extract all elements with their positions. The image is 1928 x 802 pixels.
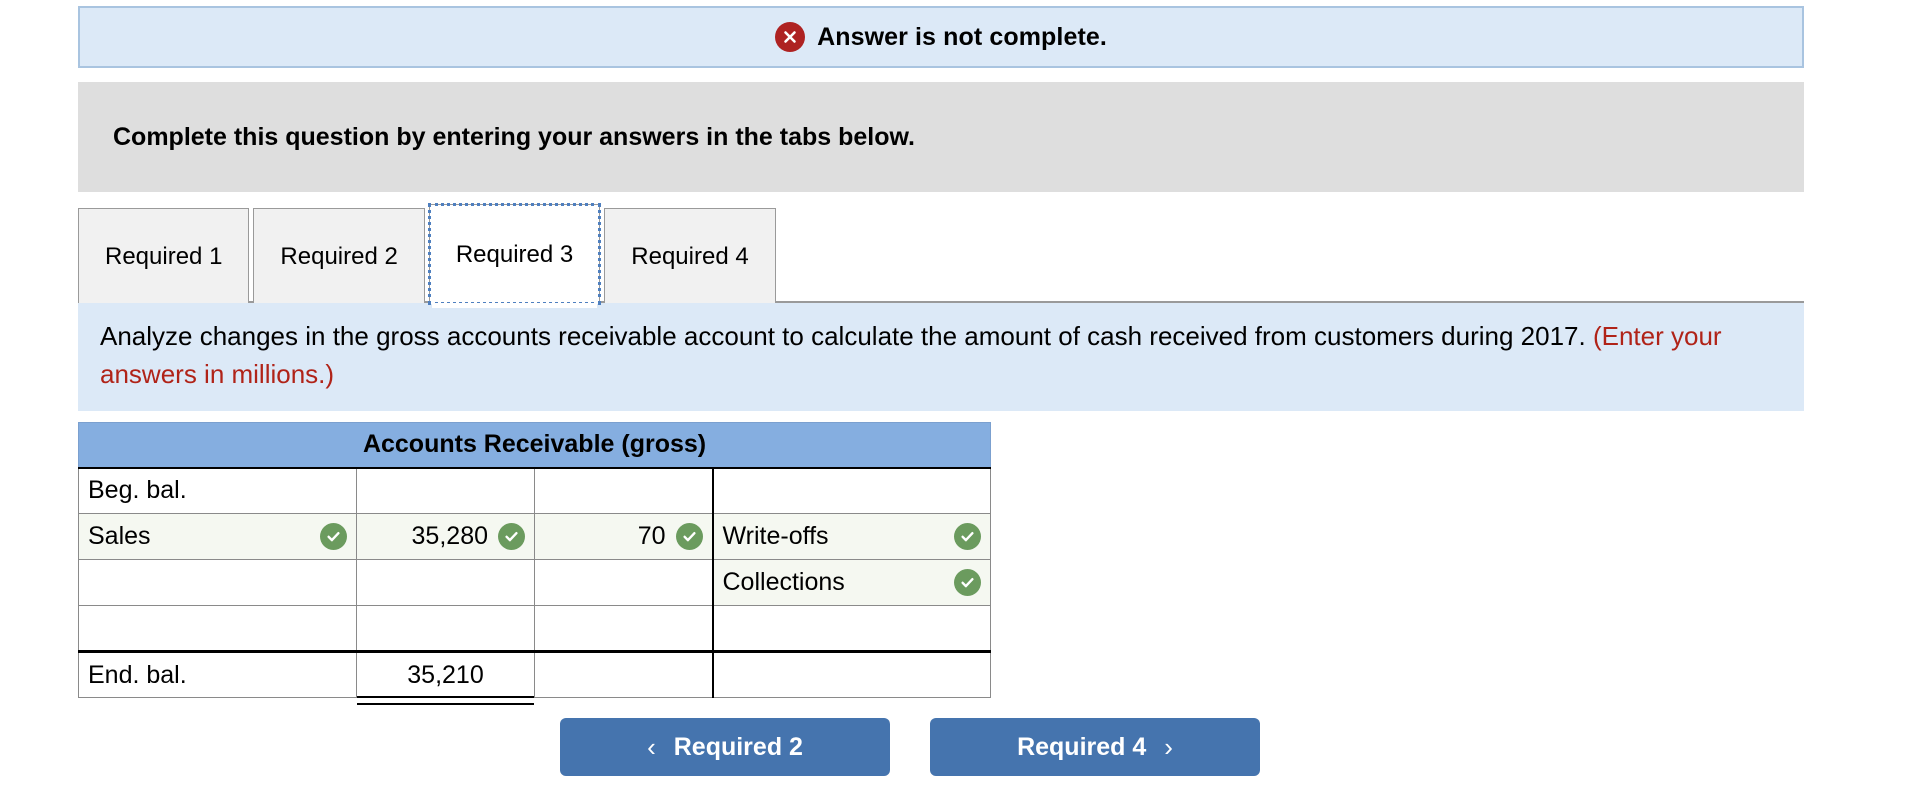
- row-2-credit-cell[interactable]: [534, 559, 714, 606]
- question-prompt: Analyze changes in the gross accounts re…: [78, 303, 1804, 411]
- correct-check-icon: [675, 523, 703, 550]
- row-1-debit-cell[interactable]: 35,280: [356, 513, 535, 560]
- ending-balance-label-cell: End. bal.: [78, 651, 357, 698]
- tab-required-1-label: Required 1: [105, 242, 223, 270]
- row-1-right-label: Write-offs: [722, 522, 829, 550]
- ending-balance-value: 35,210: [407, 660, 484, 689]
- chevron-left-icon: ‹: [647, 731, 656, 762]
- tab-required-4[interactable]: Required 4: [604, 208, 776, 304]
- table-row: Beg. bal.: [78, 467, 992, 514]
- question-prompt-text: Analyze changes in the gross accounts re…: [100, 317, 1774, 393]
- row-1-credit-value: 70: [637, 522, 666, 550]
- row-3-credit-cell[interactable]: [534, 605, 714, 653]
- error-x-icon: [775, 22, 806, 52]
- correct-check-icon: [498, 523, 525, 550]
- row-1-debit-value: 35,280: [411, 522, 488, 550]
- row-3-debit-cell[interactable]: [356, 605, 535, 653]
- row-1-left-label-cell[interactable]: Sales: [78, 513, 357, 560]
- ending-balance-label: End. bal.: [88, 660, 187, 689]
- instruction-bar-text: Complete this question by entering your …: [113, 122, 915, 151]
- row-1-credit-cell[interactable]: 70: [534, 513, 714, 560]
- tab-active-underlay: [431, 303, 598, 308]
- row-0-left-label-cell[interactable]: Beg. bal.: [78, 467, 357, 514]
- tab-required-1[interactable]: Required 1: [78, 208, 250, 304]
- correct-check-icon: [954, 569, 982, 596]
- row-0-credit-cell[interactable]: [534, 467, 714, 514]
- alert-message: Answer is not complete.: [817, 22, 1107, 51]
- row-2-debit-cell[interactable]: [356, 559, 535, 606]
- tab-required-2[interactable]: Required 2: [253, 208, 425, 304]
- question-page: Answer is not complete. Complete this qu…: [0, 0, 1928, 802]
- tab-required-3[interactable]: Required 3: [427, 203, 602, 308]
- prev-required-button[interactable]: ‹ Required 2: [560, 718, 890, 776]
- table-row-ending-balance: End. bal. 35,210: [78, 651, 992, 698]
- row-3-left-label-cell[interactable]: [78, 605, 357, 653]
- correct-check-icon: [954, 523, 982, 550]
- table-row: [78, 605, 992, 653]
- navigation-buttons: ‹ Required 2 Required 4 ›: [560, 718, 1260, 776]
- taccount-title: Accounts Receivable (gross): [77, 422, 992, 469]
- row-0-debit-cell[interactable]: [356, 467, 535, 514]
- row-0-right-label-cell[interactable]: [711, 467, 992, 514]
- ending-balance-value-cell: 35,210: [356, 651, 535, 698]
- instruction-bar: Complete this question by entering your …: [78, 82, 1804, 192]
- alert-content: Answer is not complete.: [775, 22, 1107, 52]
- prev-required-label: Required 2: [673, 732, 803, 761]
- row-1-left-label: Sales: [88, 522, 151, 550]
- tab-required-4-label: Required 4: [631, 242, 749, 270]
- question-main-text: Analyze changes in the gross accounts re…: [100, 321, 1586, 351]
- table-row: Sales 35,280 70 Write-offs: [78, 513, 992, 560]
- next-required-label: Required 4: [1017, 732, 1147, 761]
- correct-check-icon: [320, 523, 347, 550]
- answer-status-banner: Answer is not complete.: [78, 6, 1804, 68]
- tab-list: Required 1 Required 2 Required 3 Require…: [78, 203, 780, 308]
- ending-balance-credit-cell: [534, 651, 714, 698]
- row-2-right-label-cell[interactable]: Collections: [711, 559, 992, 606]
- accounts-receivable-taccount: Accounts Receivable (gross) Beg. bal. Sa…: [77, 422, 992, 698]
- row-1-right-label-cell[interactable]: Write-offs: [711, 513, 992, 560]
- row-2-right-label: Collections: [722, 568, 845, 596]
- chevron-right-icon: ›: [1164, 731, 1173, 762]
- next-required-button[interactable]: Required 4 ›: [930, 718, 1260, 776]
- row-0-left-label: Beg. bal.: [88, 476, 187, 505]
- table-row: Collections: [78, 559, 992, 606]
- row-2-left-label-cell[interactable]: [78, 559, 357, 606]
- taccount-header-row: Accounts Receivable (gross): [77, 422, 992, 469]
- ending-balance-right-cell: [711, 651, 992, 698]
- row-3-right-label-cell[interactable]: [711, 605, 992, 653]
- tab-required-2-label: Required 2: [280, 242, 398, 270]
- tab-required-3-label: Required 3: [455, 240, 574, 268]
- tab-strip: Required 1 Required 2 Required 3 Require…: [78, 200, 1804, 308]
